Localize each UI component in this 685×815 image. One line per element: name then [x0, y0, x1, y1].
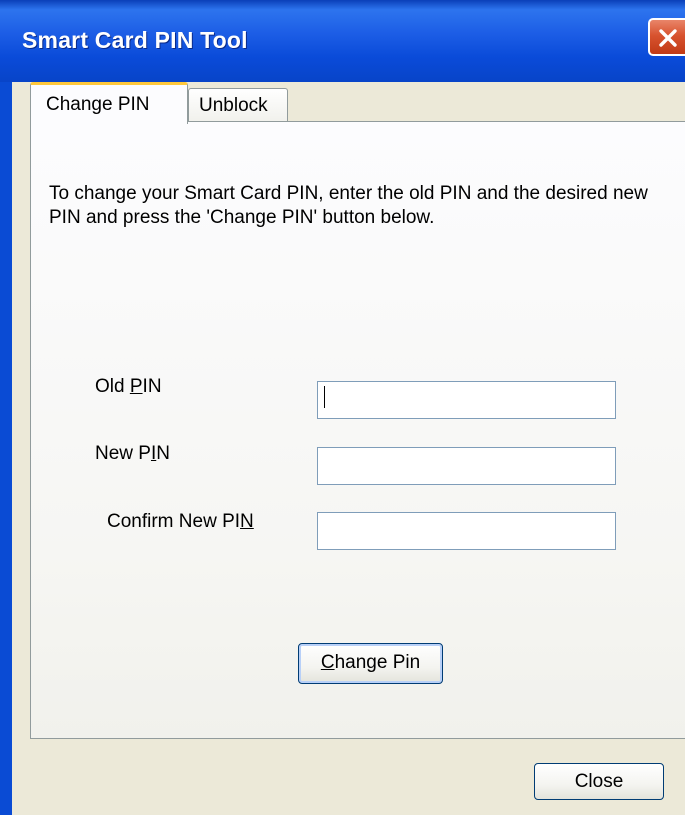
- change-pin-button[interactable]: Change Pin: [298, 643, 443, 684]
- tab-change-pin[interactable]: Change PIN: [30, 82, 188, 124]
- old-pin-input[interactable]: [317, 381, 616, 419]
- close-icon: [659, 29, 677, 47]
- confirm-new-pin-input[interactable]: [317, 512, 616, 550]
- tab-unblock[interactable]: Unblock: [188, 88, 288, 122]
- window-close-button[interactable]: [648, 18, 685, 56]
- text-caret: [324, 386, 325, 408]
- old-pin-label: Old PIN: [95, 376, 162, 397]
- confirm-new-pin-label: Confirm New PIN: [107, 511, 254, 532]
- title-bar[interactable]: Smart Card PIN Tool: [0, 0, 685, 82]
- new-pin-label: New PIN: [95, 443, 170, 464]
- new-pin-input[interactable]: [317, 447, 616, 485]
- tab-panel-change-pin: To change your Smart Card PIN, enter the…: [30, 121, 685, 739]
- tab-change-pin-label: Change PIN: [46, 94, 150, 115]
- instructions-text: To change your Smart Card PIN, enter the…: [49, 183, 648, 228]
- close-button[interactable]: Close: [534, 763, 664, 800]
- window-title: Smart Card PIN Tool: [22, 27, 248, 53]
- dialog-window: Smart Card PIN Tool Change PIN Unblock T…: [0, 0, 685, 815]
- tab-unblock-label: Unblock: [199, 95, 268, 116]
